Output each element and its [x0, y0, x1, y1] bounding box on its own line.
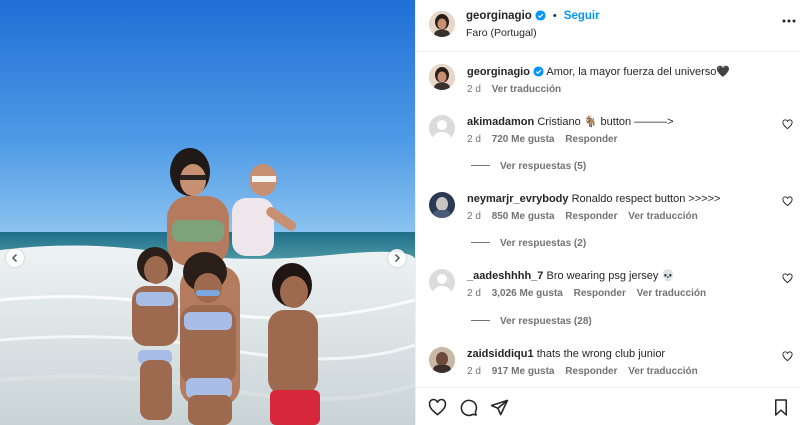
heart-icon	[428, 398, 447, 416]
comment-text-row: zaidsiddiqu1 thats the wrong club junior	[467, 347, 665, 361]
heart-icon	[782, 196, 793, 207]
see-translation-link[interactable]: Ver traducción	[628, 366, 697, 377]
author-avatar[interactable]	[429, 64, 455, 90]
reply-button[interactable]: Responder	[574, 288, 626, 299]
post-location[interactable]: Faro (Portugal)	[466, 27, 537, 39]
previous-photo-button[interactable]	[6, 249, 24, 267]
send-icon	[490, 399, 509, 416]
view-replies-button[interactable]: Ver respuestas (2)	[471, 238, 586, 249]
post-actions-bar	[416, 387, 800, 425]
comment-likes[interactable]: 917 Me gusta	[492, 366, 555, 377]
view-replies-button[interactable]: Ver respuestas (28)	[471, 316, 592, 327]
commenter-avatar[interactable]	[429, 192, 455, 218]
reply-button[interactable]: Responder	[565, 366, 617, 377]
default-avatar[interactable]	[429, 269, 455, 295]
like-button[interactable]	[428, 398, 447, 420]
view-replies-label: Ver respuestas (28)	[500, 316, 592, 327]
comment-meta: 2 d 3,026 Me gusta Responder Ver traducc…	[467, 288, 714, 299]
heart-icon	[782, 273, 793, 284]
author-avatar[interactable]	[429, 11, 455, 37]
replies-line	[471, 242, 490, 243]
default-avatar-icon	[433, 120, 451, 141]
post-photo[interactable]	[0, 0, 415, 425]
comment-like-button[interactable]	[782, 273, 793, 287]
comment-like-button[interactable]	[782, 119, 793, 133]
comment-username[interactable]: zaidsiddiqu1	[467, 348, 534, 360]
comment-text: Ronaldo respect button >>>>>	[571, 193, 721, 205]
comment-username[interactable]: _aadeshhhh_7	[467, 270, 543, 282]
replies-line	[471, 165, 490, 166]
comment-text-row: akimadamon Cristiano 🐐 button ———>	[467, 115, 674, 129]
save-button[interactable]	[772, 398, 790, 420]
reply-button[interactable]: Responder	[565, 134, 617, 145]
comment-text-row: _aadeshhhh_7 Bro wearing psg jersey 💀	[467, 269, 675, 283]
default-avatar[interactable]	[429, 115, 455, 141]
comments-list[interactable]: georginagio Amor, la mayor fuerza del un…	[416, 53, 800, 387]
reply-button[interactable]: Responder	[565, 211, 617, 222]
comment-meta: 2 d 850 Me gusta Responder Ver traducció…	[467, 211, 706, 222]
comment-time[interactable]: 2 d	[467, 366, 481, 377]
header-title-row: georginagio • Seguir	[466, 10, 600, 24]
caption-time[interactable]: 2 d	[467, 84, 481, 95]
comment-text: Bro wearing psg jersey 💀	[546, 270, 676, 282]
post-header: georginagio • Seguir Faro (Portugal)	[416, 0, 800, 52]
comment-likes[interactable]: 720 Me gusta	[492, 134, 555, 145]
view-replies-label: Ver respuestas (2)	[500, 238, 587, 249]
comment-text: thats the wrong club junior	[536, 348, 666, 360]
comment-time[interactable]: 2 d	[467, 134, 481, 145]
comment-username[interactable]: neymarjr_evrybody	[467, 193, 569, 205]
replies-line	[471, 320, 490, 321]
more-options-button[interactable]	[781, 13, 797, 32]
comment-likes[interactable]: 3,026 Me gusta	[492, 288, 563, 299]
author-username[interactable]: georginagio	[466, 10, 532, 22]
comment-time[interactable]: 2 d	[467, 288, 481, 299]
comment-like-button[interactable]	[782, 351, 793, 365]
avatar-image	[429, 11, 455, 37]
avatar-image	[429, 192, 455, 218]
comment-time[interactable]: 2 d	[467, 211, 481, 222]
comment-meta: 2 d 720 Me gusta Responder	[467, 134, 626, 145]
follow-button[interactable]: Seguir	[564, 10, 600, 22]
more-options-icon	[782, 19, 796, 23]
comment-meta: 2 d 917 Me gusta Responder Ver traducció…	[467, 366, 706, 377]
post-side-panel: georginagio • Seguir Faro (Portugal) geo…	[415, 0, 800, 425]
see-translation-link[interactable]: Ver traducción	[492, 84, 561, 95]
comment-icon	[460, 399, 478, 417]
comment-likes[interactable]: 850 Me gusta	[492, 211, 555, 222]
verified-badge-icon	[533, 66, 544, 81]
comment-button[interactable]	[459, 398, 478, 420]
beach-family-photo	[0, 0, 415, 425]
view-replies-label: Ver respuestas (5)	[500, 161, 587, 172]
comment-username[interactable]: georginagio	[467, 66, 530, 78]
avatar-image	[429, 347, 455, 373]
see-translation-link[interactable]: Ver traducción	[628, 211, 697, 222]
caption-text: Amor, la mayor fuerza del universo🖤	[546, 66, 731, 78]
post-viewer: georginagio • Seguir Faro (Portugal) geo…	[0, 0, 800, 425]
comment-text: Cristiano 🐐 button ———>	[537, 116, 674, 128]
next-photo-button[interactable]	[388, 249, 406, 267]
share-button[interactable]	[490, 398, 509, 420]
view-replies-button[interactable]: Ver respuestas (5)	[471, 161, 586, 172]
commenter-avatar[interactable]	[429, 347, 455, 373]
avatar-image	[429, 64, 455, 90]
dot-separator: •	[552, 10, 557, 22]
bookmark-icon	[775, 399, 787, 416]
comment-username[interactable]: akimadamon	[467, 116, 534, 128]
comment-text-row: neymarjr_evrybody Ronaldo respect button…	[467, 192, 720, 206]
caption-text-row: georginagio Amor, la mayor fuerza del un…	[467, 65, 730, 81]
chevron-right-icon	[394, 253, 401, 263]
caption-meta: 2 d Ver traducción	[467, 84, 569, 95]
chevron-left-icon	[11, 253, 18, 263]
verified-badge-icon	[535, 10, 546, 24]
see-translation-link[interactable]: Ver traducción	[637, 288, 706, 299]
default-avatar-icon	[433, 274, 451, 295]
comment-like-button[interactable]	[782, 196, 793, 210]
heart-icon	[782, 119, 793, 130]
heart-icon	[782, 351, 793, 362]
